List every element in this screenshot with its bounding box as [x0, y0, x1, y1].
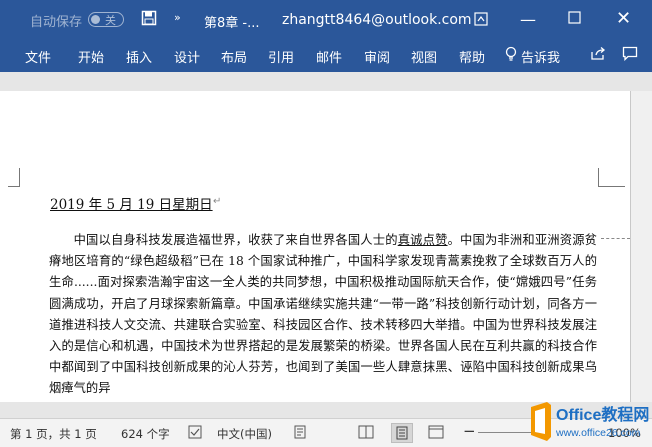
track-changes-icon[interactable] [293, 425, 307, 439]
comments-icon[interactable] [622, 46, 638, 61]
body-paragraph: 中国以自身科技发展造福世界，收获了来自世界各国人士的真诚点赞。中国为非洲和亚洲资… [49, 230, 597, 400]
tab-layout[interactable]: 布局 [221, 47, 247, 66]
autosave-state: 关 [105, 14, 116, 27]
word-count[interactable]: 624 个字 [121, 426, 170, 442]
quick-access-more-icon[interactable]: » [174, 11, 181, 24]
maximize-icon[interactable] [568, 11, 581, 24]
watermark-logo: Office教程网 www.office26.com [527, 397, 652, 446]
tell-me-search[interactable]: 告诉我 [521, 47, 560, 66]
body-text-rest: 。中国为非洲和亚洲资源贫瘠地区培育的“绿色超级稻”已在 18 个国家试种推广，中… [49, 233, 597, 396]
underlined-phrase: 真诚点赞 [397, 233, 448, 247]
office-logo-icon [531, 402, 551, 441]
language-indicator[interactable]: 中文(中国) [217, 426, 272, 442]
tab-review[interactable]: 审阅 [364, 47, 390, 66]
lightbulb-icon [504, 46, 518, 62]
close-icon[interactable]: ✕ [616, 8, 631, 29]
account-name[interactable]: zhangtt8464@outlook.com [282, 12, 472, 28]
proofing-icon[interactable] [188, 425, 202, 439]
body-text-start: 中国以自身科技发展造福世界，收获了来自世界各国人士的 [73, 233, 398, 247]
vertical-scrollbar[interactable] [631, 91, 652, 402]
tab-references[interactable]: 引用 [268, 47, 294, 66]
page-info[interactable]: 第 1 页，共 1 页 [10, 426, 97, 442]
toggle-knob [91, 15, 100, 24]
save-icon[interactable] [141, 10, 157, 26]
margin-mark-right [598, 168, 625, 187]
document-body[interactable]: 中国以自身科技发展造福世界，收获了来自世界各国人士的真诚点赞。中国为非洲和亚洲资… [49, 230, 597, 400]
watermark-url: www.office26.com [555, 427, 641, 439]
autosave-label: 自动保存 [30, 15, 83, 30]
tab-view[interactable]: 视图 [411, 47, 437, 66]
watermark-brand: Office教程网 [556, 405, 649, 424]
page-gap [0, 72, 652, 91]
document-name: 第8章 -... [204, 16, 260, 31]
tab-help[interactable]: 帮助 [459, 47, 485, 66]
title-bar: 自动保存 关 » 第8章 -... zhangtt8464@outlook.co… [0, 0, 652, 40]
zoom-out-icon[interactable]: − [463, 422, 476, 440]
autosave-toggle[interactable]: 关 [88, 12, 124, 27]
web-layout-icon[interactable] [428, 425, 444, 439]
paragraph-mark-icon: ↵ [213, 196, 222, 207]
tab-design[interactable]: 设计 [174, 47, 200, 66]
ribbon-display-options-icon[interactable] [474, 12, 488, 26]
margin-mark-left [8, 168, 20, 187]
share-icon[interactable] [590, 46, 606, 61]
tab-file[interactable]: 文件 [25, 47, 51, 66]
print-layout-icon[interactable] [391, 423, 413, 443]
tab-home[interactable]: 开始 [78, 47, 104, 66]
comment-connector-line [601, 238, 630, 239]
tab-mailings[interactable]: 邮件 [316, 47, 342, 66]
tab-insert[interactable]: 插入 [126, 47, 152, 66]
read-mode-icon[interactable] [358, 425, 374, 439]
minimize-icon[interactable]: — [520, 10, 536, 29]
date-line[interactable]: 2019 年 5 月 19 日星期日 [50, 193, 213, 213]
